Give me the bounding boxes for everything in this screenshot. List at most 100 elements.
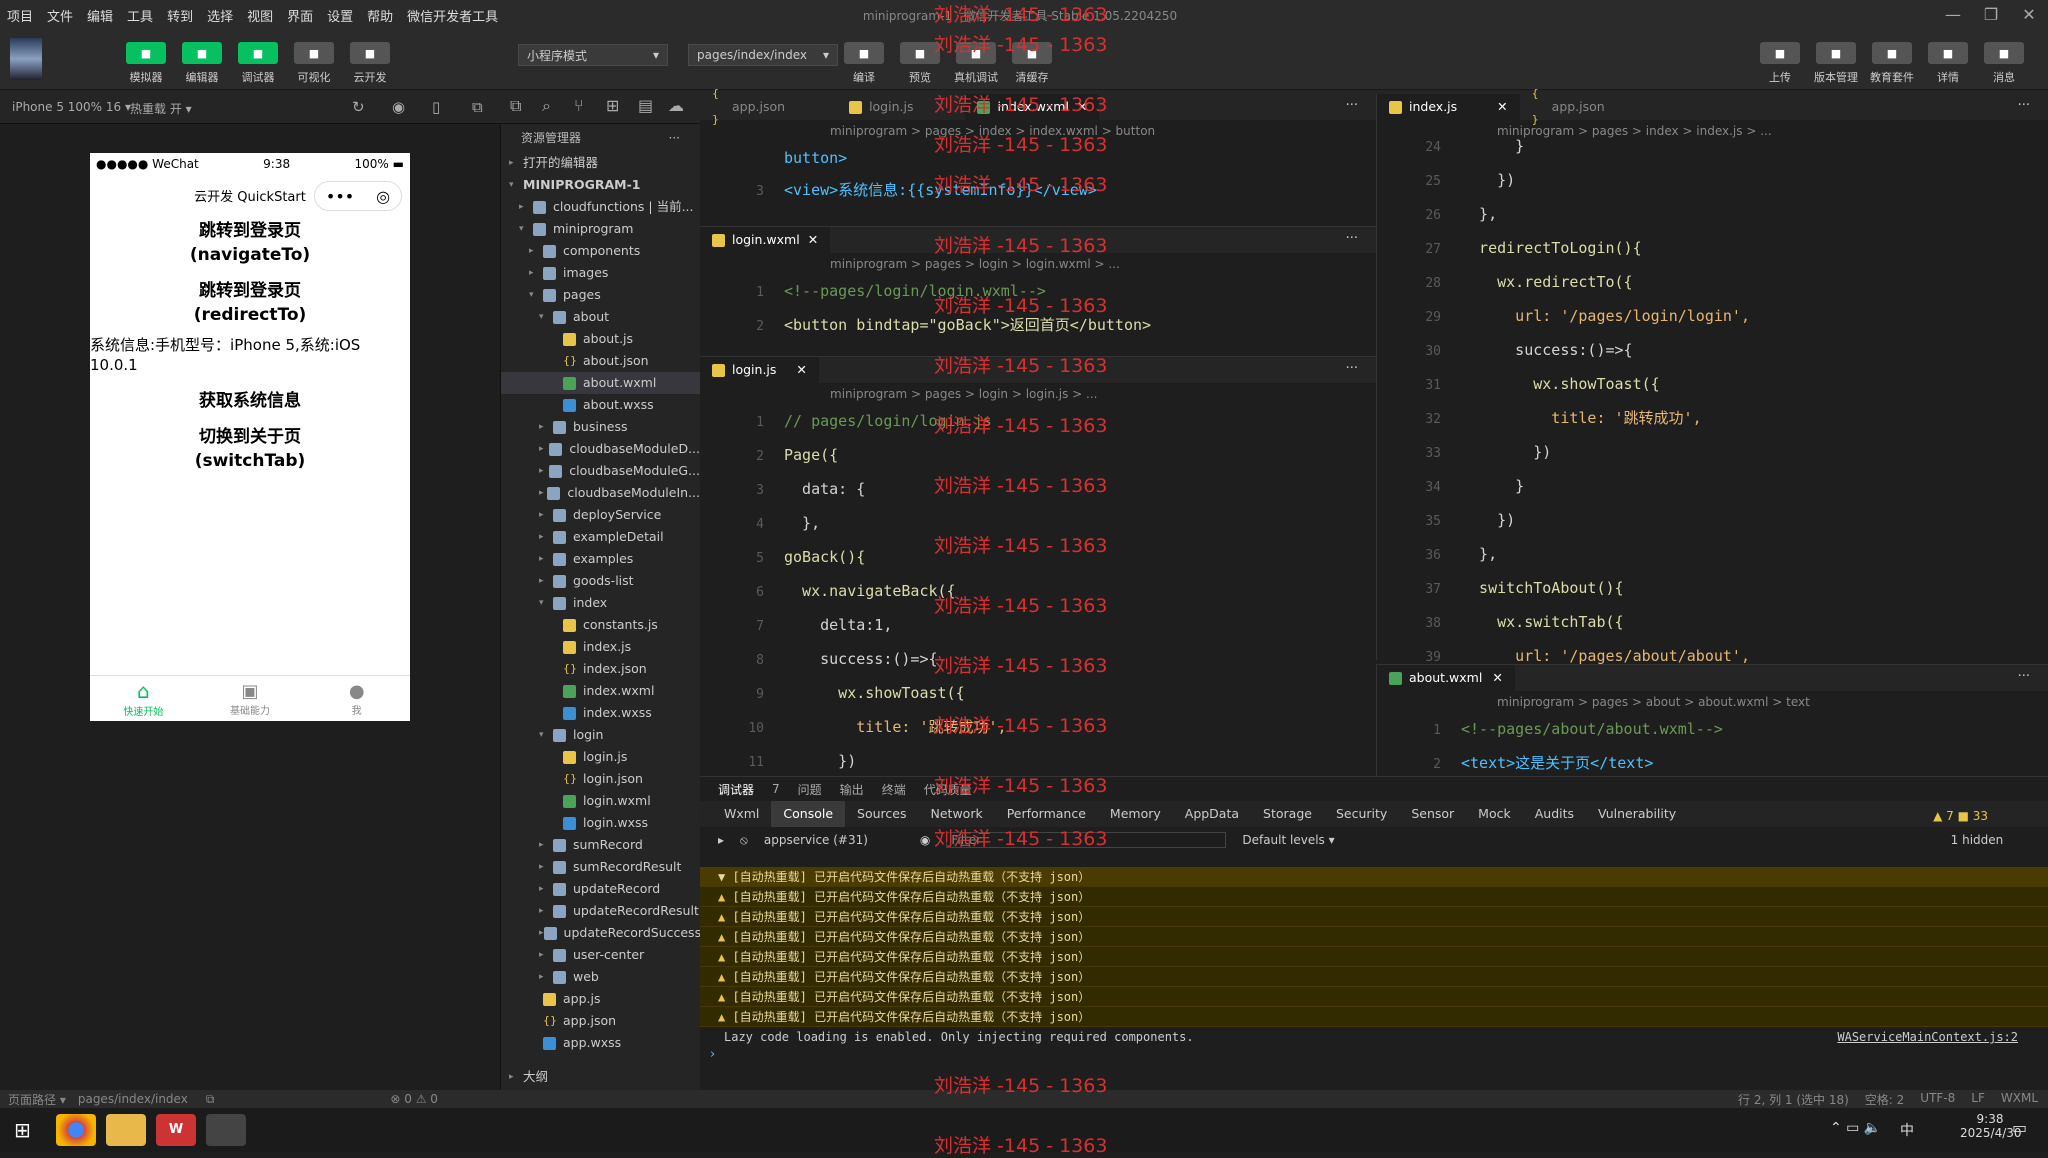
panel-tab[interactable]: 终端 (882, 781, 906, 798)
file-item[interactable]: login.wxml (501, 790, 700, 812)
redirect-to-button[interactable]: 跳转到登录页 (redirectTo) (90, 279, 410, 327)
clear-icon[interactable]: ⦸ (740, 833, 748, 848)
toolbar-button[interactable]: ■ 编辑器 (174, 42, 230, 85)
search-icon[interactable]: ⌕ (542, 96, 551, 116)
folder-item[interactable]: ▸ images (501, 262, 700, 284)
folder-item[interactable]: ▸ user-center (501, 944, 700, 966)
tab-index-js[interactable]: index.js ✕ (1377, 94, 1520, 120)
file-item[interactable]: index.js (501, 636, 700, 658)
ime-indicator[interactable]: 中 (1900, 1120, 1914, 1140)
devtools-tab[interactable]: Console (771, 801, 846, 827)
folder-item[interactable]: ▸ cloudfunctions | 当前... (501, 196, 700, 218)
windows-start-icon[interactable]: ⊞ (14, 1118, 31, 1142)
panel-tab[interactable]: 问题 (798, 781, 822, 798)
folder-item[interactable]: ▾ login (501, 724, 700, 746)
folder-item[interactable]: ▸ cloudbaseModuleIn... (501, 482, 700, 504)
more-icon[interactable]: ··· (2018, 98, 2030, 113)
avatar[interactable] (10, 38, 42, 80)
file-item[interactable]: constants.js (501, 614, 700, 636)
toolbar-button[interactable]: ■ 消息 (1976, 42, 2032, 85)
menu-item[interactable]: 项目 (0, 6, 40, 25)
folder-item[interactable]: ▸ cloudbaseModuleG... (501, 460, 700, 482)
wps-icon[interactable]: W (156, 1114, 196, 1146)
panel-tab[interactable]: 输出 (840, 781, 864, 798)
devtools-tab[interactable]: Storage (1251, 801, 1324, 827)
eye-icon[interactable]: ◉ (920, 833, 930, 847)
status-item[interactable]: LF (1971, 1091, 1985, 1108)
folder-item[interactable]: ▸ updateRecord (501, 878, 700, 900)
toolbar-button[interactable]: ■ 详情 (1920, 42, 1976, 85)
record-icon[interactable]: ◉ (392, 98, 405, 116)
files-icon[interactable]: ⧉ (510, 96, 521, 116)
more-icon[interactable]: ··· (1346, 98, 1358, 113)
file-item[interactable]: login.wxss (501, 812, 700, 834)
status-item[interactable]: UTF-8 (1920, 1091, 1955, 1108)
file-item[interactable]: index.wxml (501, 680, 700, 702)
page-select[interactable]: pages/index/index ▾ (688, 44, 838, 66)
file-item[interactable]: {} app.json (501, 1010, 700, 1032)
file-item[interactable]: login.js (501, 746, 700, 768)
window-icon[interactable]: ⧉ (472, 98, 483, 116)
close-icon[interactable]: ✕ (1492, 665, 1502, 691)
get-system-info-button[interactable]: 获取系统信息 (90, 389, 410, 413)
folder-item[interactable]: ▾ miniprogram (501, 218, 700, 240)
toolbar-button[interactable]: ■ 模拟器 (118, 42, 174, 85)
devtools-tab[interactable]: Mock (1466, 801, 1523, 827)
status-item[interactable]: WXML (2001, 1091, 2038, 1108)
restore-icon[interactable]: ❐ (1972, 0, 2010, 30)
toolbar-button[interactable]: ■ 教育套件 (1864, 42, 1920, 85)
status-item[interactable]: 空格: 2 (1865, 1091, 1905, 1108)
tab-about-wxml[interactable]: about.wxml ✕ (1377, 665, 1515, 691)
folder-item[interactable]: ▸ web (501, 966, 700, 988)
devtools-tab[interactable]: Sources (845, 801, 918, 827)
extensions-icon[interactable]: ⊞ (606, 96, 619, 115)
minimize-icon[interactable]: — (1934, 0, 1972, 30)
devtools-tab[interactable]: Wxml (712, 801, 771, 827)
capsule-close-icon[interactable]: ◎ (376, 187, 390, 206)
menu-item[interactable]: 编辑 (80, 6, 120, 25)
folder-item[interactable]: ▸ cloudbaseModuleD... (501, 438, 700, 460)
tab-login-js[interactable]: login.js ✕ (700, 357, 819, 383)
folder-item[interactable]: ▾ pages (501, 284, 700, 306)
page-path-select[interactable]: 页面路径 ▾ (8, 1091, 66, 1108)
folder-item[interactable]: ▸ updateRecordSuccess (501, 922, 700, 944)
chrome-icon[interactable] (56, 1114, 96, 1146)
menu-item[interactable]: 转到 (160, 6, 200, 25)
file-item[interactable]: index.wxss (501, 702, 700, 724)
folder-item[interactable]: ▸ sumRecord (501, 834, 700, 856)
context-select[interactable]: appservice (#31) (764, 833, 904, 847)
close-icon[interactable]: ✕ (2010, 0, 2048, 30)
cloud-icon[interactable]: ☁ (668, 96, 684, 115)
folder-item[interactable]: ▾ about (501, 306, 700, 328)
folder-item[interactable]: ▸ exampleDetail (501, 526, 700, 548)
git-icon[interactable]: ⑂ (574, 96, 584, 115)
file-item[interactable]: {} index.json (501, 658, 700, 680)
panel-tab[interactable]: 7 (772, 782, 780, 796)
folder-item[interactable]: ▸ deployService (501, 504, 700, 526)
file-item[interactable]: app.js (501, 988, 700, 1010)
navigate-to-button[interactable]: 跳转到登录页 (navigateTo) (90, 219, 410, 267)
toolbar-button[interactable]: ■ 调试器 (230, 42, 286, 85)
copy-icon[interactable]: ⧉ (206, 1092, 215, 1107)
folder-item[interactable]: ▸ components (501, 240, 700, 262)
switch-tab-button[interactable]: 切换到关于页 (switchTab) (90, 425, 410, 473)
menu-item[interactable]: 视图 (240, 6, 280, 25)
open-editors-section[interactable]: ▸ 打开的编辑器 (501, 152, 700, 174)
devtools-tab[interactable]: Audits (1523, 801, 1586, 827)
file-item[interactable]: about.js (501, 328, 700, 350)
file-explorer-icon[interactable] (106, 1114, 146, 1146)
folder-item[interactable]: ▸ updateRecordResult (501, 900, 700, 922)
menu-item[interactable]: 选择 (200, 6, 240, 25)
more-icon[interactable]: ••• (326, 187, 354, 206)
folder-item[interactable]: ▾ index (501, 592, 700, 614)
more-icon[interactable]: ··· (2018, 669, 2030, 684)
folder-item[interactable]: ▸ goods-list (501, 570, 700, 592)
close-icon[interactable]: ✕ (1497, 94, 1507, 120)
debug-icon[interactable]: ▤ (638, 96, 653, 115)
close-icon[interactable]: ✕ (808, 227, 818, 253)
tab-me[interactable]: ● 我 (303, 676, 410, 721)
tab-basic[interactable]: ▣ 基础能力 (197, 676, 304, 721)
more-icon[interactable]: ··· (1346, 361, 1358, 376)
devtools-tab[interactable]: Sensor (1399, 801, 1466, 827)
menu-item[interactable]: 工具 (120, 6, 160, 25)
